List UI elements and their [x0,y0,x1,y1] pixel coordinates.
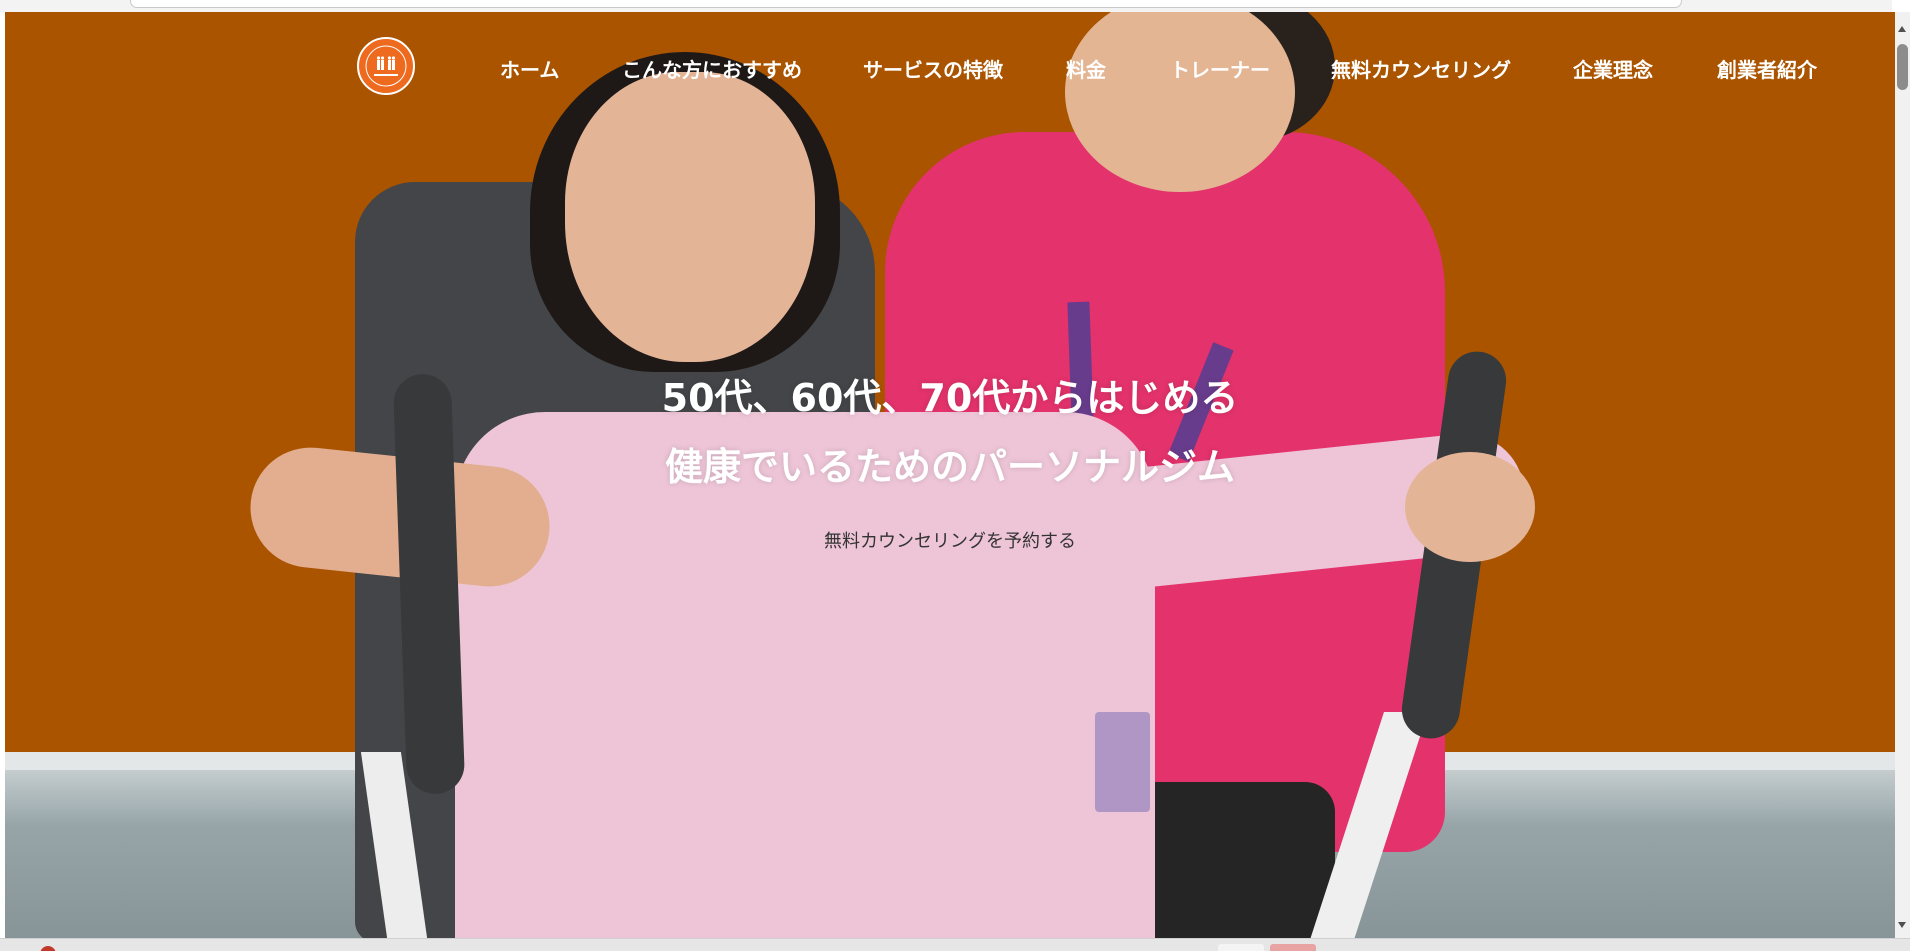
nav-link-founder[interactable]: 創業者紹介 [1717,54,1817,83]
nav-link-free-counseling[interactable]: 無料カウンセリング [1331,54,1511,83]
site-logo[interactable] [357,37,415,95]
taskbar-item[interactable] [1218,944,1264,951]
hero-section: ホーム こんな方におすすめ サービスの特徴 料金 トレーナー 無料カウンセリング… [5,12,1895,938]
logo-icon [365,45,407,87]
address-bar-edge[interactable] [130,0,1682,8]
browser-viewport: ホーム こんな方におすすめ サービスの特徴 料金 トレーナー 無料カウンセリング… [0,0,1910,951]
hero-headline-line2: 健康でいるためのパーソナルジム [664,445,1235,489]
page-scrollbar[interactable] [1895,12,1910,938]
nav-link-recommended[interactable]: こんな方におすすめ [622,54,802,83]
scroll-down-arrow-icon[interactable] [1898,922,1906,928]
nav-link-philosophy[interactable]: 企業理念 [1573,54,1653,83]
nav-link-pricing[interactable]: 料金 [1066,54,1106,83]
nav-link-home[interactable]: ホーム [500,54,559,83]
scrollbar-thumb[interactable] [1897,44,1908,90]
browser-top-strip [0,0,1892,12]
taskbar-item-active[interactable] [1270,944,1316,951]
nav-link-features[interactable]: サービスの特徴 [863,54,1003,83]
hero-headline-line1: 50代、60代、70代からはじめる [661,376,1239,420]
taskbar-app-icon[interactable] [40,946,56,951]
nav-link-trainers[interactable]: トレーナー [1170,54,1270,83]
main-navigation: ホーム こんな方におすすめ サービスの特徴 料金 トレーナー 無料カウンセリング… [5,12,1895,112]
taskbar-strip [0,938,1910,951]
scroll-up-arrow-icon[interactable] [1898,26,1906,32]
book-counseling-link[interactable]: 無料カウンセリングを予約する [5,527,1895,553]
